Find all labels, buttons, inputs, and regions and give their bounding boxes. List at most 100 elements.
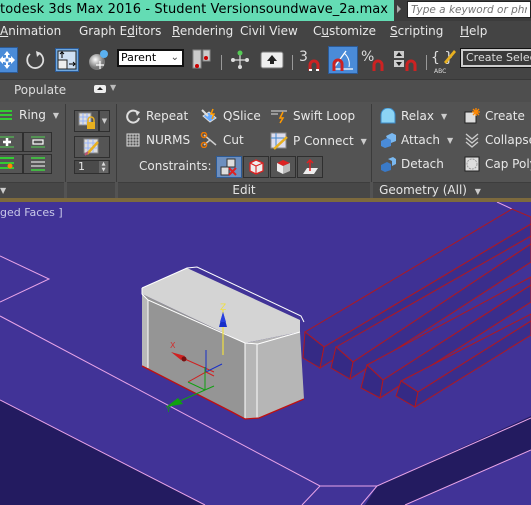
expand-arrow-icon[interactable]	[397, 5, 401, 13]
place-button[interactable]	[86, 47, 112, 73]
geometry-panel-footer[interactable]: Geometry (All) ▼	[373, 182, 531, 198]
infocenter-search	[394, 0, 531, 21]
subobject-panel: ▼ 1 ▲ ▼	[67, 102, 115, 198]
select-manipulate-icon	[231, 50, 249, 69]
snap-toggle-button[interactable]: 3	[297, 47, 327, 73]
qslice-label: QSlice	[223, 109, 261, 123]
svg-text:%: %	[361, 49, 374, 65]
triangle-up-icon	[97, 87, 103, 90]
paint-selection-button[interactable]	[74, 136, 110, 158]
menu-help[interactable]: Help	[460, 24, 487, 38]
nurms-button[interactable]: NURMS	[125, 132, 190, 148]
percent-snap-button[interactable]: %	[360, 47, 390, 73]
cap-poly-button[interactable]: Cap Poly	[464, 156, 531, 172]
edit-named-selections-button[interactable]: { } ABC	[430, 47, 458, 74]
menu-label: elp	[469, 24, 488, 38]
panel-separator	[65, 104, 66, 182]
panel-separator	[371, 104, 372, 182]
constraint-none-button[interactable]	[216, 156, 242, 178]
caret-down-icon: ▼	[440, 111, 448, 121]
select-move-button[interactable]	[0, 47, 18, 73]
grow-icon	[0, 136, 14, 148]
shrink-loop-button[interactable]	[23, 132, 52, 152]
constraint-face-button[interactable]	[270, 156, 296, 178]
viewport-label[interactable]: ged Faces ]	[0, 206, 63, 219]
menu-rendering[interactable]: Rendering	[172, 24, 233, 38]
menu-scripting[interactable]: Scripting	[390, 24, 443, 38]
swift-loop-button[interactable]: Swift Loop	[270, 108, 355, 124]
edit-panel-footer: Edit	[118, 182, 370, 198]
relax-button[interactable]: Relax ▼	[380, 108, 447, 124]
attach-button[interactable]: Attach ▼	[380, 132, 453, 148]
perspective-viewport[interactable]: Z X Y ged Faces ]	[0, 202, 531, 505]
subobject-panel-footer	[67, 182, 115, 198]
grow-loop-button[interactable]	[0, 132, 23, 152]
use-pivot-button[interactable]	[189, 47, 215, 73]
constraint-normal-icon	[303, 158, 318, 174]
ribbon-options-caret-icon[interactable]: ▼	[110, 83, 116, 92]
scale-icon	[57, 50, 77, 70]
menu-label: nimation	[8, 24, 62, 38]
rotate-icon	[26, 51, 45, 69]
relax-icon	[380, 108, 396, 124]
collapse-button[interactable]: Collapse	[464, 132, 531, 148]
use-pivot-icon	[192, 49, 211, 69]
chevron-down-icon: ⌄	[170, 52, 179, 63]
snap-value: 3	[299, 49, 308, 65]
detach-icon	[381, 157, 396, 172]
collapse-label: Collapse	[485, 133, 531, 147]
caret-down-icon: ▼	[101, 117, 108, 125]
swift-loop-icon	[271, 110, 287, 124]
main-toolbar: Parent ⌄ 3 % { }ABC Create Selecti	[0, 43, 531, 80]
lock-selection-dropdown[interactable]: ▼	[99, 110, 110, 132]
percent-snap-icon: %	[361, 49, 384, 71]
keyboard-shortcut-override-button[interactable]	[259, 47, 285, 73]
cut-button[interactable]: Cut	[200, 132, 244, 148]
create-icon	[464, 108, 480, 124]
ribbon-minimize-button[interactable]	[94, 85, 106, 93]
snap-toggle-icon: 3	[299, 49, 320, 71]
p-connect-label: P Connect	[293, 134, 354, 148]
gizmo-x-label: X	[170, 341, 176, 350]
search-input[interactable]	[407, 1, 531, 18]
constraint-none-icon	[220, 158, 237, 176]
p-connect-button[interactable]: P Connect ▼	[270, 132, 367, 150]
loops-panel-footer[interactable]: ▼	[0, 182, 64, 198]
constraint-normal-button[interactable]	[297, 156, 323, 178]
tab-populate[interactable]: Populate	[14, 83, 66, 97]
named-selection-set-input[interactable]: Create Selecti	[460, 48, 531, 68]
create-button[interactable]: Create	[464, 108, 525, 124]
lock-selection-button[interactable]	[74, 110, 99, 132]
menu-hotkey: d	[127, 24, 135, 38]
menu-customize[interactable]: Customize	[313, 24, 376, 38]
ring-button[interactable]: Ring ▼	[0, 108, 59, 122]
plane-edge	[0, 255, 51, 303]
qslice-icon	[201, 108, 217, 123]
reference-coordinate-dropdown[interactable]: Parent ⌄	[117, 49, 184, 67]
repeat-button[interactable]: Repeat	[125, 108, 188, 124]
angle-snap-button[interactable]	[328, 46, 358, 74]
spinner-field[interactable]: 1 ▲ ▼	[74, 160, 110, 174]
qslice-button[interactable]: QSlice	[200, 108, 261, 124]
menu-label: cripting	[397, 24, 444, 38]
repeat-icon	[126, 109, 140, 124]
angle-snap-icon	[332, 50, 353, 71]
spinner-down-icon[interactable]: ▼	[99, 167, 108, 173]
cut-label: Cut	[223, 133, 244, 147]
loop-mode-button[interactable]	[0, 154, 23, 174]
spinner-snap-button[interactable]	[392, 47, 422, 73]
menu-civil-view[interactable]: Civil View	[240, 24, 298, 38]
select-rotate-button[interactable]	[22, 47, 48, 73]
select-manipulate-button[interactable]	[227, 47, 253, 73]
select-scale-button[interactable]	[55, 48, 79, 72]
loop-select-button[interactable]	[23, 154, 52, 174]
title-bar: todesk 3ds Max 2016 - Student Version so…	[0, 0, 531, 21]
detach-button[interactable]: Detach	[380, 156, 444, 172]
constraint-edge-button[interactable]	[243, 156, 269, 178]
edit-panel-title: Edit	[232, 183, 256, 197]
menu-graph-editors[interactable]: Graph Editors	[79, 24, 161, 38]
menu-animation[interactable]: Animation	[0, 24, 61, 38]
edit-named-selections-icon: { }ABC	[431, 50, 456, 74]
repeat-label: Repeat	[146, 109, 189, 123]
geometry-panel: Relax ▼ Create Attach ▼ Collapse Detach …	[373, 102, 531, 198]
